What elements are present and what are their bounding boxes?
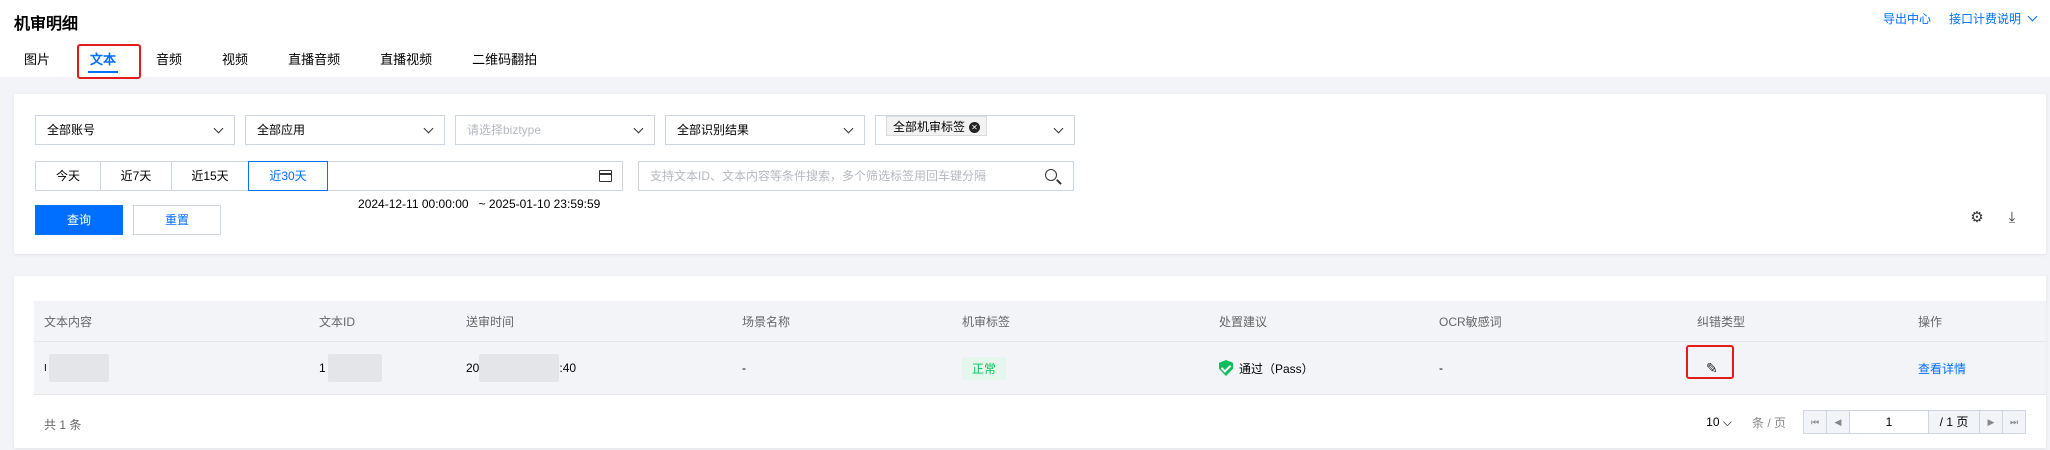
row-submit-time: 20:40 <box>466 342 576 394</box>
table-header: 文本内容 文本ID 送审时间 场景名称 机审标签 处置建议 OCR敏感词 纠错类… <box>34 301 2046 342</box>
label-chip-text: 全部机审标签 <box>893 120 966 134</box>
chevron-down-icon <box>843 123 854 134</box>
pagination: 10 ⌵ 条 / 页 ⏮ ◀ 1 / 1 页 ▶ ⏭ <box>1706 410 2026 434</box>
header-links: 导出中心 接口计费说明 <box>1865 10 2038 27</box>
last-page-icon[interactable]: ⏭ <box>2002 410 2026 434</box>
row-scene: - <box>742 361 746 375</box>
result-select[interactable]: 全部识别结果 <box>665 115 865 145</box>
date-range-picker[interactable]: 2024-12-11 00:00:00 ~ 2025-01-10 23:59:5… <box>327 161 623 211</box>
col-actions: 操作 <box>1918 314 1943 329</box>
label-chip: 全部机审标签 ✕ <box>886 116 988 136</box>
col-scene: 场景名称 <box>742 314 791 329</box>
page-size-unit: 条 / 页 <box>1751 415 1786 430</box>
query-button[interactable]: 查询 <box>35 205 123 235</box>
chevron-down-icon <box>633 123 644 134</box>
tab-video[interactable]: 视频 <box>210 52 260 77</box>
tab-qrcode[interactable]: 二维码翻拍 <box>460 52 549 77</box>
close-icon[interactable]: ✕ <box>969 122 981 134</box>
row-text-id: 1 <box>319 342 382 394</box>
row-ocr: - <box>1439 361 1443 375</box>
table-panel: 文本内容 文本ID 送审时间 场景名称 机审标签 处置建议 OCR敏感词 纠错类… <box>14 276 2046 448</box>
shield-check-icon <box>1219 360 1233 376</box>
tab-audio[interactable]: 音频 <box>144 52 194 77</box>
first-page-icon[interactable]: ⏮ <box>1803 410 1827 434</box>
gear-icon[interactable]: ⚙ <box>1969 210 1985 226</box>
app-select-value: 全部应用 <box>257 123 306 137</box>
account-select-value: 全部账号 <box>47 123 96 137</box>
chevron-down-icon: ⌵ <box>1722 414 1732 429</box>
row-suggestion: 通过（Pass） <box>1219 342 1314 394</box>
biztype-placeholder: 请选择biztype <box>467 123 542 137</box>
row-content: I <box>44 342 109 394</box>
redacted-time <box>479 354 560 382</box>
filter-panel: 全部账号 全部应用 请选择biztype 全部识别结果 全部机审标签 ✕ 今天 近… <box>14 94 2046 254</box>
prev-page-icon[interactable]: ◀ <box>1826 410 1850 434</box>
calendar-icon <box>599 170 612 182</box>
total-pages: / 1 页 <box>1928 410 1980 434</box>
col-content: 文本内容 <box>44 314 93 329</box>
col-machine-label: 机审标签 <box>962 314 1011 329</box>
range-15days[interactable]: 近15天 <box>171 161 249 191</box>
range-7days[interactable]: 近7天 <box>100 161 172 191</box>
redacted-content <box>48 354 109 382</box>
col-suggestion: 处置建议 <box>1219 314 1268 329</box>
search-placeholder: 支持文本ID、文本内容等条件搜索，多个筛选标签用回车键分隔 <box>650 169 987 183</box>
redacted-id <box>327 354 382 382</box>
tab-live-audio[interactable]: 直播音频 <box>276 52 352 77</box>
biztype-select[interactable]: 请选择biztype <box>455 115 655 145</box>
result-select-value: 全部识别结果 <box>677 123 750 137</box>
page-number-input[interactable]: 1 <box>1849 410 1929 434</box>
page-size-select[interactable]: 10 ⌵ <box>1706 415 1732 430</box>
tab-text[interactable]: 文本 <box>78 52 128 77</box>
page-title: 机审明细 <box>14 16 79 33</box>
row-correction: ✎ <box>1706 342 1718 394</box>
account-select[interactable]: 全部账号 <box>35 115 235 145</box>
col-correction: 纠错类型 <box>1697 314 1746 329</box>
chevron-down-icon <box>1053 123 1064 134</box>
view-details-link[interactable]: 查看详情 <box>1918 342 1966 394</box>
label-select[interactable]: 全部机审标签 ✕ <box>875 115 1075 145</box>
media-tabs: 图片 文本 音频 视频 直播音频 直播视频 二维码翻拍 <box>0 52 565 77</box>
download-icon[interactable]: ⤓ <box>2004 210 2020 226</box>
billing-doc-link[interactable]: 接口计费说明 <box>1949 10 2021 27</box>
app-select[interactable]: 全部应用 <box>245 115 445 145</box>
range-today[interactable]: 今天 <box>35 161 101 191</box>
search-icon[interactable] <box>1045 169 1057 181</box>
status-badge: 正常 <box>962 356 1007 380</box>
col-ocr: OCR敏感词 <box>1439 314 1502 329</box>
export-center-link[interactable]: 导出中心 <box>1883 10 1931 27</box>
chevron-down-icon[interactable] <box>2027 11 2038 22</box>
chevron-down-icon <box>423 123 434 134</box>
time-range-group: 今天 近7天 近15天 近30天 2024-12-11 00:00:00 ~ 2… <box>35 161 623 211</box>
reset-button[interactable]: 重置 <box>133 205 221 235</box>
col-text-id: 文本ID <box>319 314 356 329</box>
tab-image[interactable]: 图片 <box>12 52 62 77</box>
row-machine-label: 正常 <box>962 342 1007 394</box>
pencil-icon[interactable]: ✎ <box>1706 360 1718 377</box>
range-30days[interactable]: 近30天 <box>248 161 328 191</box>
next-page-icon[interactable]: ▶ <box>1979 410 2003 434</box>
top-bar: 机审明细 导出中心 接口计费说明 图片 文本 音频 视频 直播音频 直播视频 二… <box>0 0 2050 77</box>
tab-live-video[interactable]: 直播视频 <box>368 52 444 77</box>
date-start: 2024-12-11 00:00:00 <box>358 197 469 211</box>
table-row: I 1 20:40 - 正常 通过（Pass） - ✎ 查看详情 <box>34 342 2046 395</box>
search-input[interactable]: 支持文本ID、文本内容等条件搜索，多个筛选标签用回车键分隔 <box>638 161 1074 191</box>
date-end: ~ 2025-01-10 23:59:59 <box>478 197 601 211</box>
col-submit-time: 送审时间 <box>466 314 515 329</box>
chevron-down-icon <box>213 123 224 134</box>
total-count: 共 1 条 <box>44 418 82 432</box>
